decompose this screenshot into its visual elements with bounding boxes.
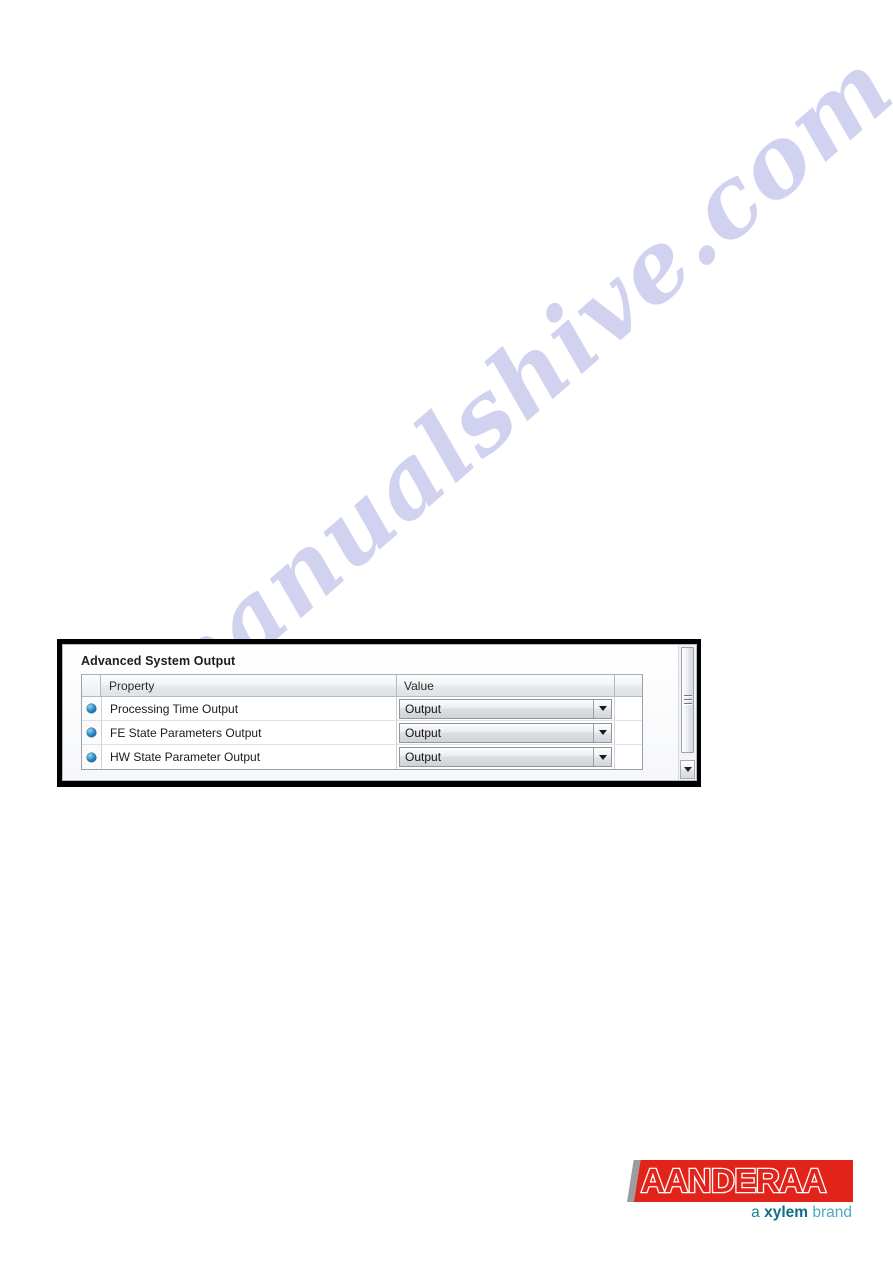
property-grid: Property Value Processing Time Output Ou… bbox=[81, 674, 643, 770]
row-gutter bbox=[82, 697, 102, 720]
blue-sphere-icon bbox=[87, 752, 96, 762]
scrollbar-grip-icon bbox=[683, 695, 692, 705]
panel-body: Advanced System Output Property Value Pr… bbox=[63, 645, 678, 780]
advanced-system-output-panel: Advanced System Output Property Value Pr… bbox=[62, 644, 697, 781]
value-dropdown-text: Output bbox=[405, 701, 442, 716]
screenshot-frame: Advanced System Output Property Value Pr… bbox=[57, 639, 701, 787]
scrollbar-track[interactable] bbox=[679, 645, 696, 760]
logo-wordmark: AANDERAA bbox=[640, 1161, 828, 1201]
logo-tagline-a: a bbox=[751, 1204, 765, 1221]
table-row[interactable]: HW State Parameter Output Output bbox=[82, 745, 642, 769]
row-gutter bbox=[82, 745, 102, 769]
logo-tagline-xylem: xylem bbox=[764, 1204, 809, 1221]
logo-tagline: a xylem brand bbox=[751, 1204, 852, 1222]
chevron-down-icon[interactable] bbox=[593, 748, 611, 766]
value-dropdown[interactable]: Output bbox=[399, 722, 612, 743]
aanderaa-logo: AANDERAA a xylem brand bbox=[627, 1142, 853, 1230]
property-label: HW State Parameter Output bbox=[102, 745, 397, 769]
grid-header-row: Property Value bbox=[82, 675, 642, 697]
column-header-property[interactable]: Property bbox=[101, 675, 397, 696]
property-label: FE State Parameters Output bbox=[102, 721, 397, 744]
chevron-down-icon[interactable] bbox=[593, 699, 611, 718]
logo-tagline-brand: brand bbox=[808, 1204, 852, 1221]
value-cell: Output bbox=[397, 697, 615, 720]
scrollbar-thumb[interactable] bbox=[681, 647, 694, 753]
watermark-layer: manualshive.com bbox=[0, 0, 893, 1263]
value-cell: Output bbox=[397, 721, 615, 744]
table-row[interactable]: FE State Parameters Output Output bbox=[82, 721, 642, 745]
column-header-value[interactable]: Value bbox=[397, 675, 615, 696]
blue-sphere-icon bbox=[87, 704, 96, 713]
value-dropdown-text: Output bbox=[405, 725, 442, 740]
blue-sphere-icon bbox=[87, 728, 96, 737]
row-filler bbox=[615, 745, 642, 769]
page-title: Advanced System Output bbox=[81, 654, 236, 668]
row-gutter bbox=[82, 721, 102, 744]
scrollbar-down-button[interactable] bbox=[680, 760, 695, 779]
vertical-scrollbar[interactable] bbox=[678, 645, 696, 780]
property-label: Processing Time Output bbox=[102, 697, 397, 720]
value-dropdown[interactable]: Output bbox=[399, 747, 612, 767]
grid-header-filler bbox=[615, 675, 642, 696]
value-dropdown-text: Output bbox=[405, 750, 442, 764]
grid-header-gutter bbox=[82, 675, 101, 696]
chevron-down-icon bbox=[683, 767, 692, 772]
table-row[interactable]: Processing Time Output Output bbox=[82, 697, 642, 721]
row-filler bbox=[615, 721, 642, 744]
value-dropdown[interactable]: Output bbox=[399, 698, 612, 719]
chevron-down-icon[interactable] bbox=[593, 723, 611, 742]
row-filler bbox=[615, 697, 642, 720]
value-cell: Output bbox=[397, 745, 615, 769]
